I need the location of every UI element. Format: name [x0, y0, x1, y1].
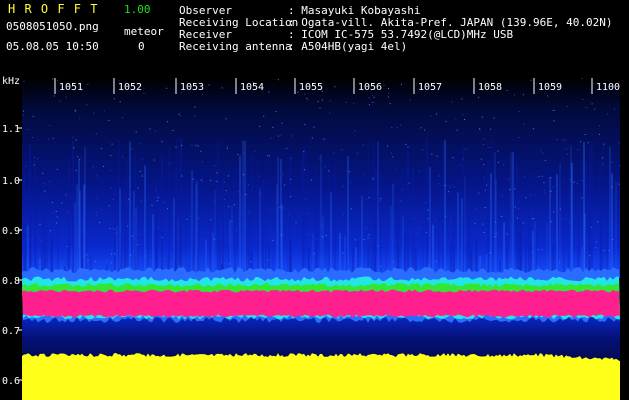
x-tick-label: 1100 — [596, 82, 620, 93]
y-tick-label: 0.7 — [2, 326, 20, 337]
x-tick-label: 1052 — [118, 82, 142, 93]
x-tick-label: 1053 — [180, 82, 204, 93]
spectrogram-svg: kHz 1.1 1.0 0.9 0.8 0.7 0.6 1051 1052 1053 1054 105… — [2, 76, 621, 400]
x-tick-label: 1056 — [358, 82, 382, 93]
y-tick-label: 1.1 — [2, 124, 20, 135]
x-tick-label: 1054 — [240, 82, 264, 93]
x-tick-label: 1055 — [299, 82, 323, 93]
y-tick-label: 0.8 — [2, 276, 20, 287]
x-tick-label: 1058 — [478, 82, 502, 93]
y-tick-label: 0.6 — [2, 376, 20, 387]
floor-yellow — [22, 353, 620, 400]
x-tick-label: 1051 — [59, 82, 83, 93]
spectrogram: kHz 1.1 1.0 0.9 0.8 0.7 0.6 1051 1052 1053 1054 105… — [0, 0, 629, 400]
x-tick-label: 1057 — [418, 82, 442, 93]
y-tick-label: 1.0 — [2, 176, 20, 187]
noise-field-lower — [22, 315, 620, 360]
band-magenta — [22, 289, 620, 318]
y-unit-label: kHz — [2, 76, 20, 87]
x-tick-label: 1059 — [538, 82, 562, 93]
y-tick-label: 0.9 — [2, 226, 20, 237]
